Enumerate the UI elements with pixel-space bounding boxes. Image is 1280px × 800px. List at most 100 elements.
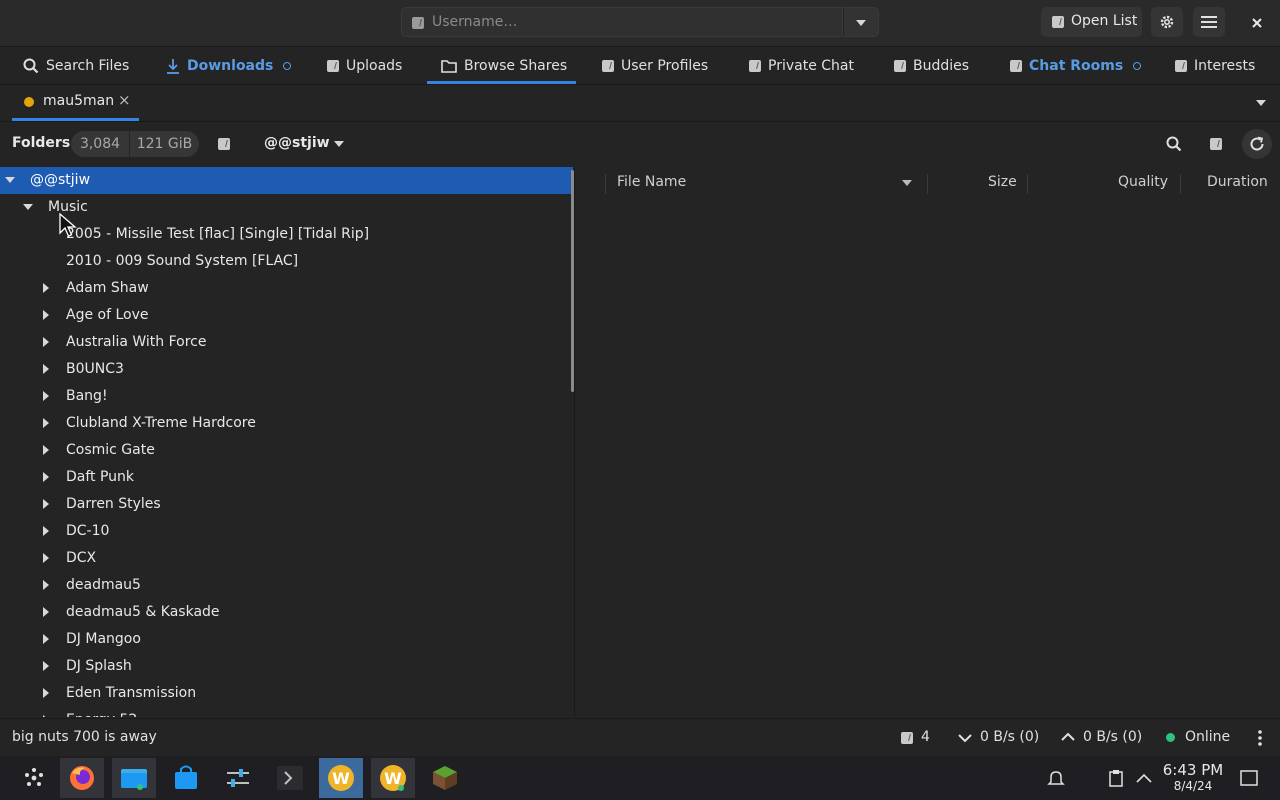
- expander-icon[interactable]: [43, 526, 49, 536]
- close-tab-icon[interactable]: ×: [118, 91, 131, 109]
- tree-row[interactable]: Darren Styles: [0, 491, 573, 518]
- tab-uploads[interactable]: Uploads: [314, 47, 417, 84]
- expander-icon[interactable]: [43, 553, 49, 563]
- file-list[interactable]: File Name Size Quality Duration: [575, 167, 1280, 717]
- tree-row[interactable]: deadmau5: [0, 572, 573, 599]
- column-header-size[interactable]: Size: [988, 174, 1017, 190]
- connection-status[interactable]: Online: [1185, 729, 1230, 745]
- expander-icon[interactable]: [43, 688, 49, 698]
- clock[interactable]: 6:43 PM 8/4/24: [1158, 762, 1228, 794]
- close-window-button[interactable]: [1240, 7, 1272, 37]
- tab-buddies[interactable]: Buddies: [882, 47, 982, 84]
- expander-icon[interactable]: [43, 580, 49, 590]
- tree-node-label: deadmau5: [66, 577, 141, 593]
- search-icon: [1166, 136, 1182, 152]
- tab-user-profiles[interactable]: User Profiles: [590, 47, 726, 84]
- tree-row-music[interactable]: Music: [0, 194, 573, 221]
- column-separator: [927, 174, 928, 194]
- tab-interests[interactable]: Interests: [1163, 47, 1271, 84]
- expander-icon[interactable]: [43, 391, 49, 401]
- expander-icon[interactable]: [43, 499, 49, 509]
- tab-private-chat[interactable]: Private Chat: [737, 47, 865, 84]
- tree-root-row[interactable]: @@stjiw: [0, 167, 573, 194]
- column-header-file-name[interactable]: File Name: [617, 174, 686, 190]
- username-input[interactable]: Username…: [401, 7, 843, 37]
- list-icon: [1052, 16, 1064, 28]
- column-header-quality[interactable]: Quality: [1118, 174, 1168, 190]
- file-manager-taskbar-button[interactable]: [112, 758, 156, 798]
- settings-taskbar-button[interactable]: [216, 758, 260, 798]
- w-app-taskbar-button[interactable]: W: [371, 758, 415, 798]
- clipboard-icon[interactable]: [1108, 769, 1124, 787]
- tree-row[interactable]: Bang!: [0, 383, 573, 410]
- user-tab-mau5man[interactable]: mau5man ×: [12, 85, 139, 121]
- folder-tree[interactable]: @@stjiw Music 2005 - Missile Test [flac]…: [0, 167, 573, 717]
- tree-node-label: 2010 - 009 Sound System [FLAC]: [66, 253, 299, 269]
- root-folder-selector[interactable]: @@stjiw: [256, 130, 356, 158]
- expander-icon[interactable]: [23, 204, 33, 210]
- more-options-button[interactable]: [1254, 728, 1266, 748]
- tree-row[interactable]: Clubland X-Treme Hardcore: [0, 410, 573, 437]
- expander-icon[interactable]: [5, 177, 15, 183]
- nicotine-taskbar-button-active[interactable]: W: [319, 758, 363, 798]
- tree-row[interactable]: Australia With Force: [0, 329, 573, 356]
- minecraft-taskbar-button[interactable]: [423, 758, 467, 798]
- chip-icon: [1175, 59, 1187, 72]
- expander-icon[interactable]: [43, 283, 49, 293]
- tab-search-files[interactable]: Search Files: [12, 47, 147, 84]
- expander-icon[interactable]: [43, 337, 49, 347]
- refresh-button[interactable]: [1242, 129, 1272, 159]
- column-header-duration[interactable]: Duration: [1207, 174, 1268, 190]
- user-icon: [412, 17, 424, 29]
- tree-row[interactable]: DJ Splash: [0, 653, 573, 680]
- expand-button[interactable]: [1202, 130, 1230, 158]
- app-launcher-button[interactable]: [12, 758, 56, 798]
- terminal-taskbar-button[interactable]: [268, 758, 312, 798]
- expander-icon[interactable]: [43, 364, 49, 374]
- tree-row[interactable]: B0UNC3: [0, 356, 573, 383]
- save-icon[interactable]: [218, 138, 230, 150]
- tree-row[interactable]: Age of Love: [0, 302, 573, 329]
- activity-indicator-icon: [283, 61, 292, 70]
- tree-row[interactable]: DC-10: [0, 518, 573, 545]
- expander-icon[interactable]: [43, 715, 49, 717]
- expander-icon[interactable]: [43, 661, 49, 671]
- open-list-button[interactable]: Open List: [1041, 7, 1142, 37]
- preferences-button[interactable]: [1151, 7, 1183, 37]
- expander-icon[interactable]: [43, 472, 49, 482]
- column-separator: [1180, 174, 1181, 194]
- tree-row[interactable]: Adam Shaw: [0, 275, 573, 302]
- tree-row[interactable]: 2010 - 009 Sound System [FLAC]: [0, 248, 573, 275]
- expander-icon[interactable]: [43, 310, 49, 320]
- chevron-up-icon[interactable]: [1136, 773, 1152, 783]
- notifications-icon[interactable]: [1047, 769, 1065, 787]
- chevron-down-icon: [1256, 100, 1266, 106]
- tree-row[interactable]: Eden Transmission: [0, 680, 573, 707]
- tree-row[interactable]: DJ Mangoo: [0, 626, 573, 653]
- tree-row[interactable]: Daft Punk: [0, 464, 573, 491]
- expander-icon[interactable]: [43, 634, 49, 644]
- download-icon: [166, 58, 180, 74]
- search-share-button[interactable]: [1160, 130, 1188, 158]
- tree-row[interactable]: Cosmic Gate: [0, 437, 573, 464]
- tab-downloads[interactable]: Downloads: [156, 47, 304, 84]
- tab-list-dropdown-button[interactable]: [1250, 93, 1272, 113]
- status-bar: big nuts 700 is away 4 0 B/s (0) 0 B/s (…: [0, 718, 1280, 757]
- chevron-down-icon: [856, 20, 866, 26]
- main-menu-button[interactable]: [1193, 7, 1225, 37]
- firefox-taskbar-button[interactable]: [60, 758, 104, 798]
- expander-icon[interactable]: [43, 607, 49, 617]
- expander-icon[interactable]: [43, 418, 49, 428]
- username-dropdown-button[interactable]: [843, 7, 879, 37]
- tree-row[interactable]: deadmau5 & Kaskade: [0, 599, 573, 626]
- expander-icon[interactable]: [43, 445, 49, 455]
- vertical-ellipsis-icon: [1258, 730, 1262, 746]
- tree-row[interactable]: 2005 - Missile Test [flac] [Single] [Tid…: [0, 221, 573, 248]
- discover-taskbar-button[interactable]: [164, 758, 208, 798]
- tab-browse-shares[interactable]: Browse Shares: [427, 47, 576, 84]
- show-desktop-icon[interactable]: [1240, 770, 1258, 786]
- tree-row[interactable]: DCX: [0, 545, 573, 572]
- tree-node-label: DJ Splash: [66, 658, 132, 674]
- tree-row[interactable]: Energy 52: [0, 707, 573, 717]
- tab-chat-rooms[interactable]: Chat Rooms: [998, 47, 1143, 84]
